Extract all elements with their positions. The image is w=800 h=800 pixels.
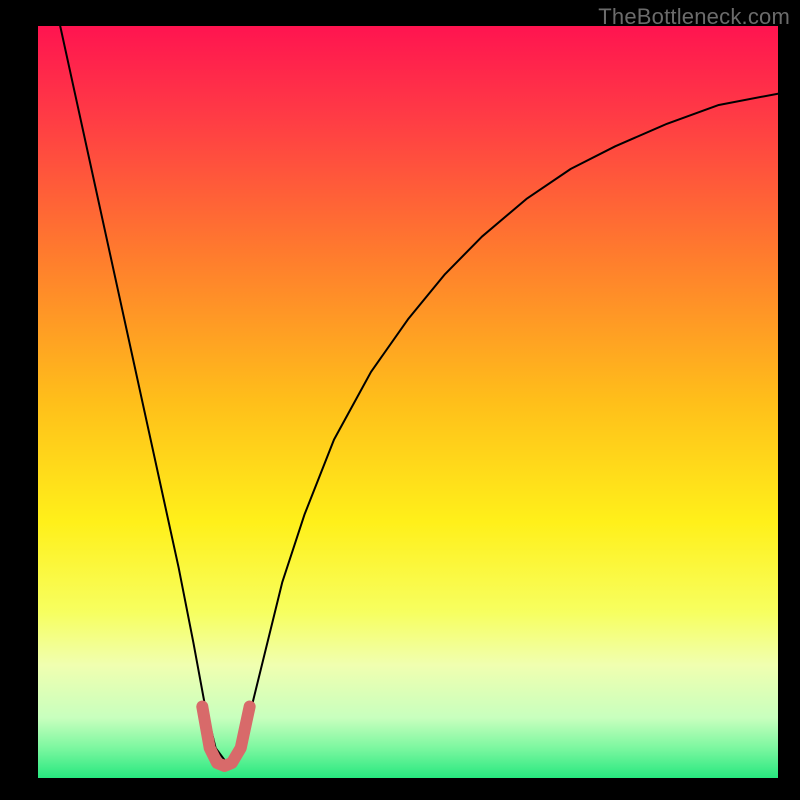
- chart-frame: TheBottleneck.com: [0, 0, 800, 800]
- bottleneck-chart: [38, 26, 778, 778]
- attribution-text: TheBottleneck.com: [598, 4, 790, 30]
- gradient-background: [38, 26, 778, 778]
